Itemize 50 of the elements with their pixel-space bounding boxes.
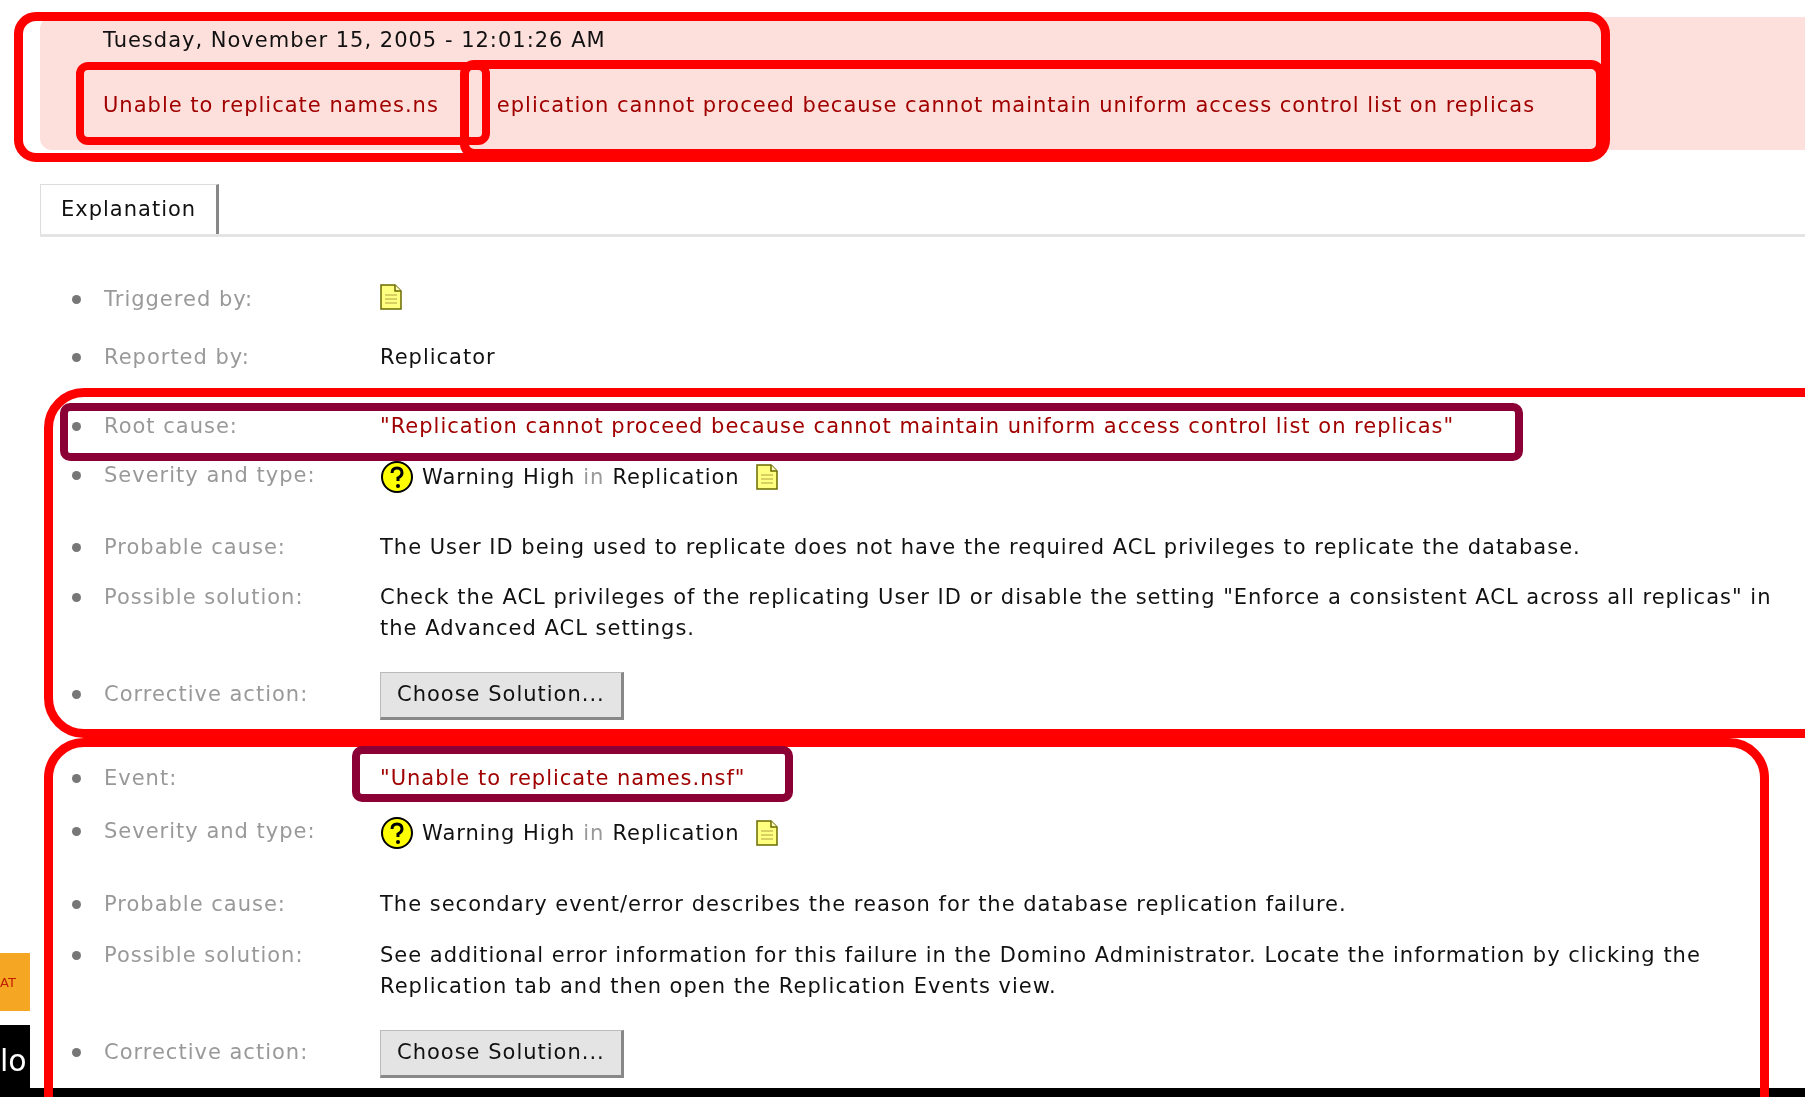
quoted-message: "Replication cannot proceed because cannot maintain uniform access control list on replicas" [380, 414, 1455, 438]
bullet-icon [72, 900, 81, 909]
bullet-icon [72, 690, 81, 699]
bullet-icon [72, 543, 81, 552]
field-label: Probable cause: [104, 534, 287, 561]
field-label: Severity and type: [104, 818, 317, 845]
alert-message: eplication cannot proceed because cannot maintain uniform access control list on replicas [496, 92, 1536, 119]
document-icon [755, 820, 778, 846]
event-type: Replication [612, 463, 740, 491]
field-label: Corrective action: [104, 1039, 310, 1066]
bullet-icon [72, 422, 81, 431]
fragment-text: lo [0, 1046, 27, 1076]
field-value: The User ID being used to replicate does not have the required ACL privileges to replicate the database. [380, 535, 1581, 559]
fragment-text: AT [0, 975, 16, 989]
field-value: Replicator [380, 345, 496, 369]
question-icon [380, 816, 414, 850]
question-icon [380, 460, 414, 494]
bullet-icon [72, 471, 81, 480]
field-label: Reported by: [104, 344, 251, 371]
quoted-message: "Unable to replicate names.nsf" [380, 766, 746, 790]
field-value: Check the ACL privileges of the replicating User ID or disable the setting "Enforce a consistent ACL across all replicas" in the Advanced ACL settings. [380, 585, 1772, 640]
field-value: See additional error information for this failure in the Domino Administrator. Locate the information by clicking the Replication tab and then open the Replication Events view. [380, 943, 1701, 998]
bullet-icon [72, 295, 81, 304]
bullet-icon [72, 1048, 81, 1057]
field-label: Corrective action: [104, 681, 310, 708]
event-type: Replication [612, 819, 740, 847]
field-label: Triggered by: [104, 286, 255, 313]
choose-solution-button[interactable]: Choose Solution... [380, 671, 624, 720]
bullet-icon [72, 774, 81, 783]
tab[interactable]: Explanation [40, 184, 220, 234]
field-value: The secondary event/error describes the reason for the database replication failure. [380, 892, 1347, 916]
bullet-icon [72, 827, 81, 836]
bullet-icon [72, 353, 81, 362]
field-label: Possible solution: [104, 584, 305, 611]
bullet-icon [72, 593, 81, 602]
document-icon [380, 284, 402, 310]
field-label: Event: [104, 765, 179, 792]
timestamp: Tuesday, November 15, 2005 - 12:01:26 AM [103, 27, 607, 54]
connector-word: in [583, 819, 605, 847]
bullet-icon [72, 951, 81, 960]
field-label: Severity and type: [104, 462, 317, 489]
alert-message: Unable to replicate names.ns [103, 92, 439, 119]
severity-level: Warning High [422, 463, 576, 491]
document-icon [755, 464, 778, 490]
connector-word: in [583, 463, 605, 491]
field-label: Possible solution: [104, 942, 305, 969]
field-label: Probable cause: [104, 891, 287, 918]
severity-level: Warning High [422, 819, 576, 847]
choose-solution-button[interactable]: Choose Solution... [380, 1029, 624, 1078]
field-label: Root cause: [104, 413, 239, 440]
